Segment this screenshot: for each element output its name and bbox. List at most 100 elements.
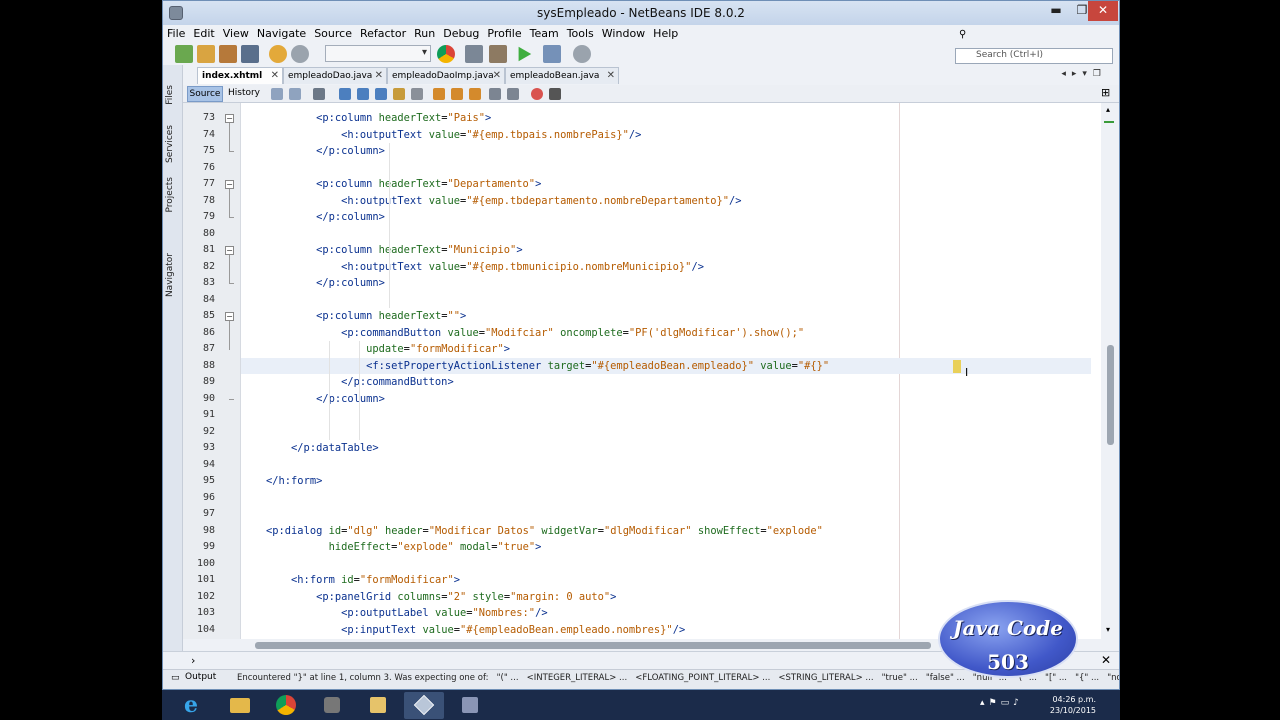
app-taskbar-button[interactable] (312, 692, 352, 719)
shift-left-icon[interactable] (489, 88, 501, 100)
horizontal-scroll-thumb[interactable] (255, 642, 931, 649)
menu-edit[interactable]: Edit (189, 25, 218, 42)
tab-index-xhtml[interactable]: index.xhtml ✕ (197, 67, 283, 84)
fold-toggle[interactable]: − (225, 114, 234, 123)
vertical-scroll-thumb[interactable] (1107, 345, 1114, 445)
code-line[interactable]: <h:outputText value="#{emp.tbdepartament… (241, 193, 741, 210)
highlight-icon[interactable] (393, 88, 405, 100)
code-line[interactable]: <f:setPropertyActionListener target="#{e… (241, 357, 1091, 374)
code-line[interactable]: </p:column> (241, 275, 385, 292)
tool-taskbar-button[interactable] (450, 692, 490, 719)
browser-icon[interactable] (437, 45, 455, 63)
code-line[interactable]: <p:column headerText=""> (241, 308, 466, 325)
menu-run[interactable]: Run (410, 25, 439, 42)
close-icon[interactable]: ✕ (493, 70, 501, 81)
menu-debug[interactable]: Debug (439, 25, 483, 42)
menu-file[interactable]: File (163, 25, 189, 42)
expand-icon[interactable]: › (191, 654, 195, 667)
code-line[interactable]: <h:form id="formModificar"> (241, 572, 460, 589)
stop-macro-icon[interactable] (549, 88, 561, 100)
fold-toggle[interactable]: − (225, 180, 234, 189)
close-icon[interactable]: ✕ (607, 70, 615, 81)
netbeans-taskbar-button[interactable] (404, 692, 444, 719)
history-button[interactable]: History (226, 86, 262, 102)
shift-icon[interactable] (469, 88, 481, 100)
record-macro-icon[interactable] (531, 88, 543, 100)
output-tab[interactable]: Output (185, 672, 216, 682)
scroll-down-icon[interactable]: ▾ (1106, 625, 1110, 634)
code-line[interactable]: </h:form> (241, 473, 322, 490)
ie-taskbar-button[interactable]: e (174, 692, 214, 719)
code-line[interactable]: </p:column> (241, 143, 385, 160)
shift-right-icon[interactable] (507, 88, 519, 100)
save-all-icon[interactable] (241, 45, 259, 63)
close-icon[interactable]: ✕ (1101, 653, 1111, 667)
code-line[interactable]: <p:commandButton value="Modifciar" oncom… (241, 325, 804, 342)
fold-toggle[interactable]: − (225, 312, 234, 321)
new-project-icon[interactable] (175, 45, 193, 63)
minimize-button[interactable]: ▬ (1043, 1, 1069, 21)
menu-tools[interactable]: Tools (563, 25, 598, 42)
menu-source[interactable]: Source (310, 25, 356, 42)
code-line[interactable]: <p:inputText value="#{empleadoBean.emple… (241, 622, 685, 639)
code-line[interactable]: <h:outputText value="#{emp.tbpais.nombre… (241, 127, 641, 144)
redo-icon[interactable] (291, 45, 309, 63)
code-area[interactable]: <p:column headerText="Pais"> <h:outputTe… (241, 103, 1101, 639)
tab-navigation[interactable]: ◂▸▾❐ (1061, 69, 1107, 79)
services-tab[interactable]: Services (165, 125, 181, 163)
code-line[interactable]: <p:column headerText="Departamento"> (241, 176, 541, 193)
code-line[interactable]: <p:column headerText="Pais"> (241, 110, 491, 127)
close-icon[interactable]: ✕ (271, 70, 279, 81)
clock[interactable]: 04:26 p.m. 23/10/2015 (1050, 694, 1096, 716)
menu-profile[interactable]: Profile (483, 25, 525, 42)
toggle-bookmark-icon[interactable] (411, 88, 423, 100)
title-bar[interactable]: sysEmpleado - NetBeans IDE 8.0.2 ▬ ❐ ✕ (163, 1, 1119, 25)
files-taskbar-button[interactable] (358, 692, 398, 719)
code-line[interactable]: </p:column> (241, 391, 385, 408)
code-editor[interactable]: 73 74 75 76 77 78 79 80 81 82 83 84 85 86 87 88 89 90 91 92… (183, 103, 1101, 639)
open-project-icon[interactable] (219, 45, 237, 63)
code-line[interactable]: </p:column> (241, 209, 385, 226)
code-line[interactable]: </p:dataTable> (241, 440, 379, 457)
close-icon[interactable]: ✕ (375, 70, 383, 81)
code-line[interactable]: update="formModificar"> (241, 341, 510, 358)
menu-refactor[interactable]: Refactor (356, 25, 410, 42)
code-line[interactable]: <p:column headerText="Municipio"> (241, 242, 523, 259)
code-line[interactable]: </p:commandButton> (241, 374, 454, 391)
vertical-scrollbar[interactable]: ▴ ▾ (1101, 103, 1119, 639)
find-next-icon[interactable] (375, 88, 387, 100)
fold-toggle[interactable]: − (225, 246, 234, 255)
profile-icon[interactable] (573, 45, 591, 63)
menu-window[interactable]: Window (598, 25, 649, 42)
code-line[interactable]: hideEffect="explode" modal="true"> (241, 539, 542, 556)
clean-build-icon[interactable] (489, 45, 507, 63)
forward-icon[interactable] (313, 88, 325, 100)
chrome-taskbar-button[interactable] (266, 692, 306, 719)
code-line[interactable]: <p:panelGrid columns="2" style="margin: … (241, 589, 616, 606)
debug-icon[interactable] (543, 45, 561, 63)
code-line[interactable]: <p:dialog id="dlg" header="Modificar Dat… (241, 523, 823, 540)
source-button[interactable]: Source (187, 86, 223, 102)
files-tab[interactable]: Files (165, 85, 181, 105)
system-tray[interactable]: ▴⚑▭♪ (980, 698, 1023, 708)
code-line[interactable]: <h:outputText value="#{emp.tbmunicipio.n… (241, 259, 704, 276)
close-button[interactable]: ✕ (1088, 1, 1118, 21)
new-file-icon[interactable] (197, 45, 215, 63)
previous-bookmark-icon[interactable] (433, 88, 445, 100)
menu-navigate[interactable]: Navigate (253, 25, 310, 42)
tab-empleado-dao-imp[interactable]: empleadoDaoImp.java ✕ (387, 67, 505, 84)
menu-team[interactable]: Team (526, 25, 563, 42)
undo-icon[interactable] (269, 45, 287, 63)
menu-help[interactable]: Help (649, 25, 682, 42)
next-bookmark-icon[interactable] (451, 88, 463, 100)
menu-view[interactable]: View (219, 25, 253, 42)
find-icon[interactable] (339, 88, 351, 100)
run-icon[interactable] (518, 46, 532, 62)
tab-empleado-dao[interactable]: empleadoDao.java ✕ (283, 67, 387, 84)
code-line[interactable]: <p:outputLabel value="Nombres:"/> (241, 605, 547, 622)
tab-empleado-bean[interactable]: empleadoBean.java ✕ (505, 67, 619, 84)
explorer-taskbar-button[interactable] (220, 692, 260, 719)
scroll-up-icon[interactable]: ▴ (1106, 105, 1110, 114)
find-previous-icon[interactable] (357, 88, 369, 100)
split-icon[interactable]: ⊞ (1101, 87, 1111, 98)
